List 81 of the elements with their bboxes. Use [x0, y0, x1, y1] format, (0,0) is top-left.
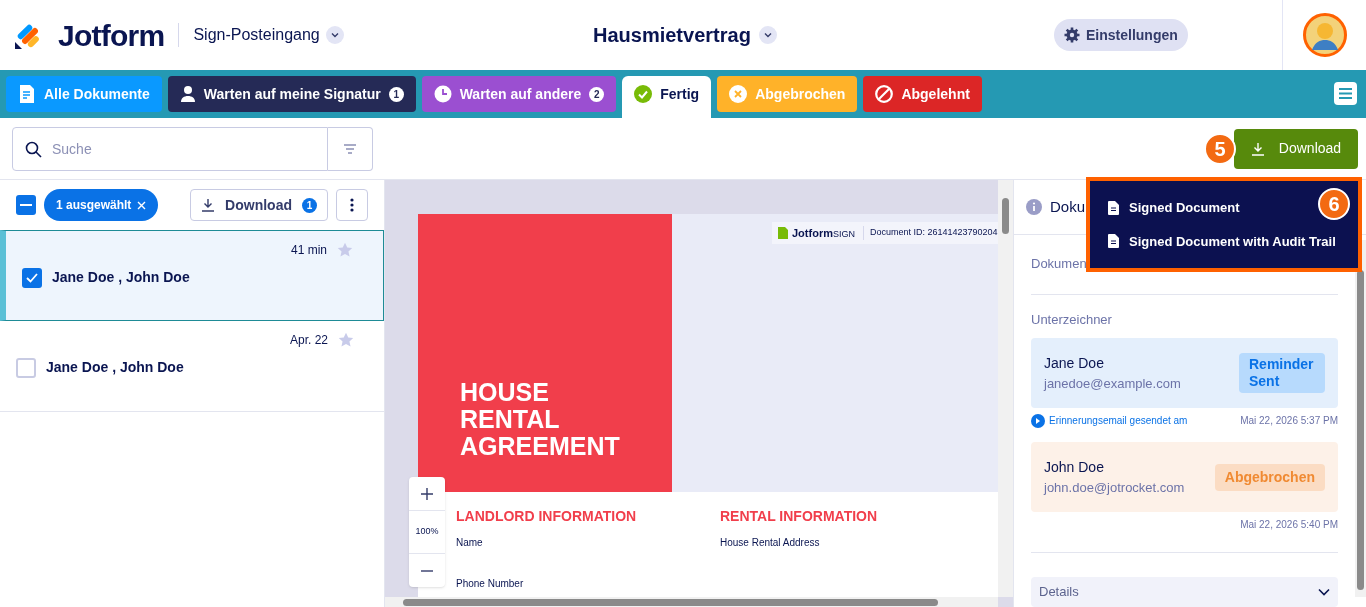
- document-id: Document ID: 26141423790204: [862, 226, 998, 240]
- step-badge: 5: [1204, 133, 1236, 165]
- more-options-button[interactable]: [336, 189, 368, 221]
- minus-icon: [421, 569, 433, 572]
- filter-button[interactable]: [328, 126, 373, 171]
- status-tab[interactable]: Warten auf meine Signatur 1: [167, 76, 416, 112]
- row-time: Apr. 22: [289, 332, 328, 349]
- check-icon: [26, 272, 38, 283]
- section-label: Unterzeichner: [1031, 310, 1113, 329]
- select-all-checkbox[interactable]: [16, 195, 36, 215]
- brand-logo: Jotform: [58, 17, 165, 54]
- status-tab[interactable]: Warten auf andere 2: [421, 76, 617, 112]
- signer-email: janedoe@example.com: [1044, 374, 1181, 393]
- info-icon: [1026, 198, 1042, 215]
- stamp-brand: JotformSIGN: [792, 225, 855, 241]
- search-icon: [25, 140, 42, 158]
- star-icon[interactable]: [337, 242, 353, 258]
- sign-logo-icon: [778, 227, 788, 239]
- workspace-dropdown-icon[interactable]: [329, 30, 340, 40]
- vertical-scrollbar[interactable]: [1355, 240, 1366, 597]
- document-row[interactable]: Apr. 22 Jane Doe , John Doe: [0, 321, 384, 412]
- selection-chip[interactable]: 1 ausgewählt: [44, 189, 159, 221]
- document-icon: [18, 84, 36, 104]
- signer-email: john.doe@jotrocket.com: [1044, 478, 1185, 497]
- signer-date: Mai 22, 2026 5:37 PM: [1240, 414, 1338, 428]
- download-button[interactable]: Download: [1234, 128, 1358, 169]
- field-label: House Rental Address: [720, 536, 820, 550]
- section-heading: RENTAL INFORMATION: [720, 507, 878, 526]
- status-badge: Abgebrochen: [1214, 463, 1325, 491]
- file-icon: [1108, 234, 1119, 249]
- download-button[interactable]: Download 1: [190, 189, 328, 221]
- clock-icon: [433, 85, 452, 103]
- signer-name: John Doe: [1044, 457, 1105, 477]
- document-row[interactable]: 41 min Jane Doe , John Doe: [0, 230, 384, 321]
- row-checkbox[interactable]: [16, 357, 36, 378]
- section-heading: LANDLORD INFORMATION: [456, 507, 637, 526]
- details-accordion[interactable]: Details: [1031, 577, 1338, 607]
- send-icon: [1031, 413, 1045, 428]
- filter-icon: [343, 143, 357, 154]
- document-title: Hausmietvertrag: [593, 23, 751, 48]
- status-badge: Reminder Sent: [1239, 353, 1325, 393]
- horizontal-scrollbar[interactable]: [385, 597, 998, 607]
- plus-icon: [421, 487, 433, 500]
- signer-date: Mai 22, 2026 5:40 PM: [1240, 518, 1338, 532]
- workspace-name: Sign-Posteingang: [193, 25, 320, 45]
- file-icon: [1108, 200, 1119, 215]
- settings-button[interactable]: Einstellungen: [1054, 19, 1188, 51]
- vertical-scrollbar[interactable]: [998, 180, 1013, 597]
- download-icon: [1250, 141, 1265, 156]
- download-icon: [201, 198, 216, 212]
- cross-circle-icon: [729, 85, 748, 103]
- row-checkbox[interactable]: [22, 267, 42, 288]
- avatar[interactable]: [1303, 13, 1347, 57]
- chevron-down-icon: [1318, 588, 1330, 596]
- title-dropdown-icon[interactable]: [762, 30, 773, 40]
- signer-name: Jane Doe: [1044, 353, 1105, 373]
- menu-item[interactable]: Signed Document with Audit Trail: [1108, 231, 1358, 251]
- panel-title: Doku: [1050, 196, 1086, 217]
- menu-icon[interactable]: [1334, 82, 1357, 105]
- field-label: Phone Number: [456, 577, 524, 591]
- prohibited-icon: [875, 85, 894, 103]
- status-label: Dokumen: [1031, 255, 1087, 274]
- settings-icon: [1064, 27, 1080, 43]
- signer-names: Jane Doe , John Doe: [52, 268, 190, 287]
- row-time: 41 min: [290, 242, 327, 259]
- status-tab[interactable]: Fertig: [622, 76, 712, 118]
- field-label: Name: [456, 536, 483, 550]
- close-icon[interactable]: [137, 200, 147, 210]
- count-badge: 1: [388, 86, 404, 102]
- signer-names: Jane Doe , John Doe: [46, 358, 184, 377]
- zoom-level: 100%: [409, 510, 445, 554]
- document-heading: HOUSE RENTAL AGREEMENT: [460, 379, 620, 460]
- count-badge: 1: [302, 197, 317, 213]
- reminder-note: Erinnerungsemail gesendet am: [1049, 414, 1188, 428]
- person-icon: [179, 85, 196, 103]
- check-circle-icon: [634, 85, 653, 103]
- status-tab[interactable]: Abgelehnt: [863, 76, 982, 112]
- count-badge: 2: [589, 86, 605, 102]
- more-icon: [350, 198, 354, 212]
- search-field[interactable]: Suche: [12, 126, 328, 171]
- star-icon[interactable]: [338, 332, 354, 348]
